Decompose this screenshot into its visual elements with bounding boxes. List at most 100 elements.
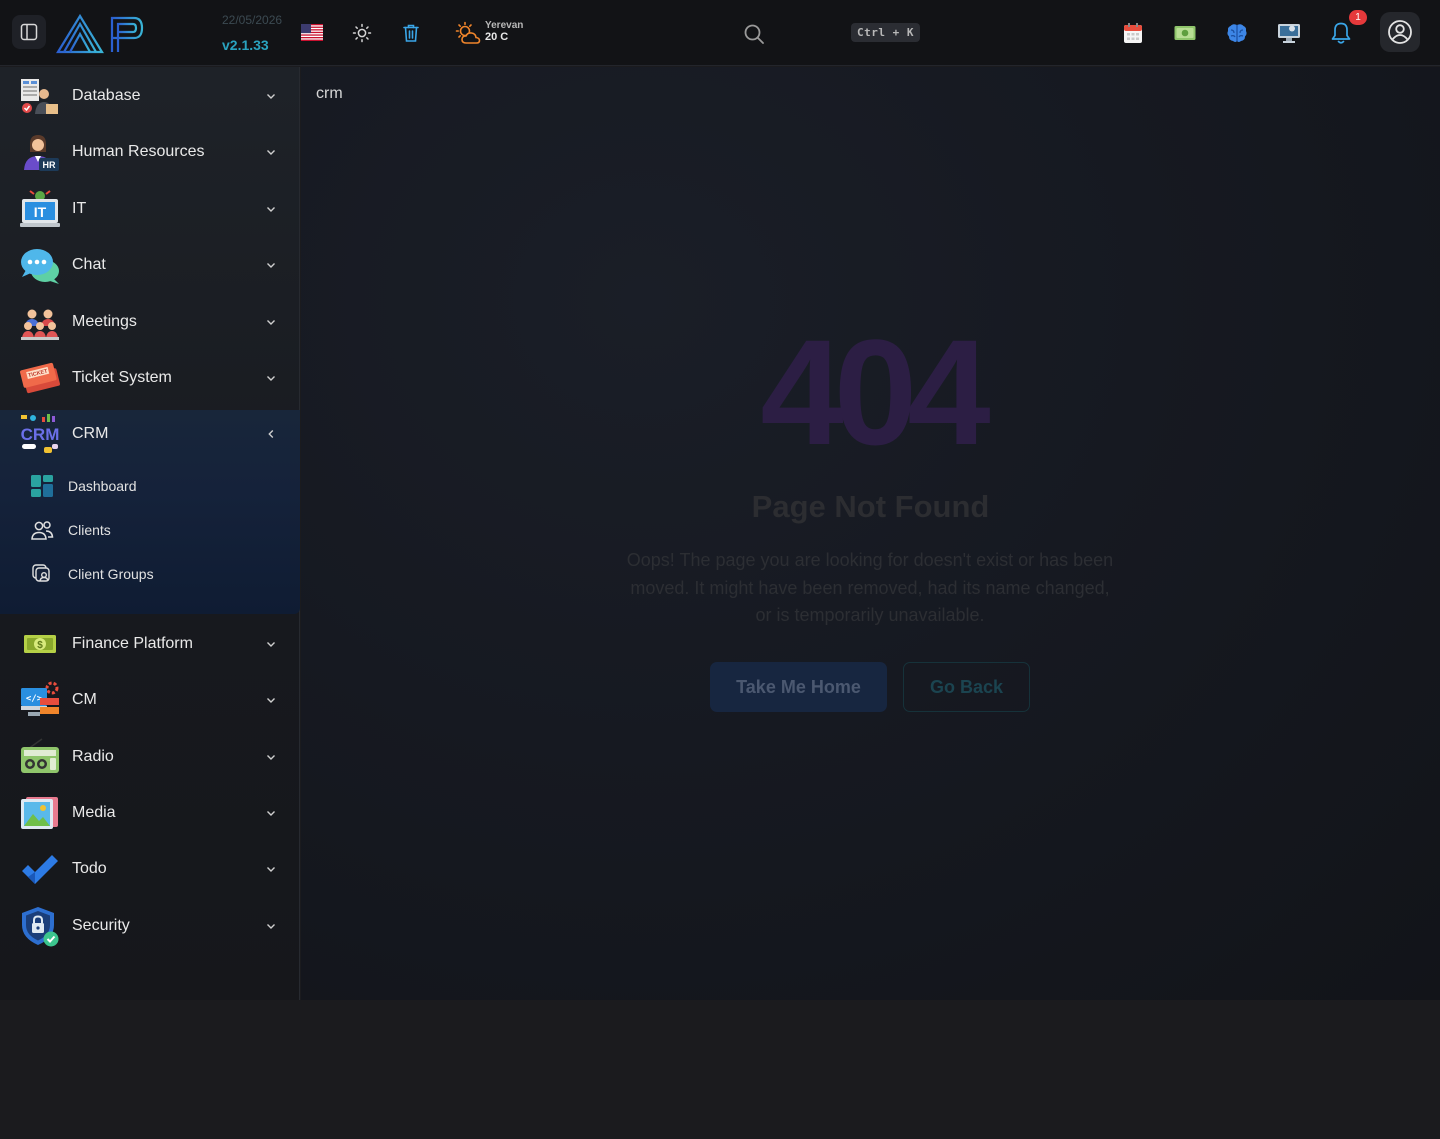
sidebar-item-label: Ticket System — [72, 369, 172, 386]
breadcrumb[interactable]: crm — [316, 85, 343, 103]
search-shortcut-hint: Ctrl + K — [851, 23, 920, 42]
weather-city: Yerevan — [485, 20, 524, 31]
chevron-down-icon — [267, 867, 275, 872]
notifications-button[interactable] — [1329, 20, 1353, 46]
sidebar-item-media[interactable]: Media — [0, 785, 300, 841]
remote-desktop-button[interactable] — [1277, 20, 1301, 46]
error-code: 404 — [760, 308, 990, 476]
sidebar-item-ticket-system[interactable]: TICKET Ticket System — [0, 350, 300, 406]
chevron-down-icon — [267, 924, 275, 929]
clear-cache-button[interactable] — [399, 21, 423, 45]
sidebar-subitem-label: Dashboard — [68, 478, 137, 494]
chevron-left-icon — [268, 430, 274, 438]
sidebar-item-finance-platform[interactable]: $ Finance Platform — [0, 616, 300, 672]
chevron-down-icon — [267, 320, 275, 325]
chevron-down-icon — [267, 642, 275, 647]
trash-icon — [403, 24, 419, 42]
database-icon — [21, 79, 58, 114]
chevron-down-icon — [267, 207, 275, 212]
partly-cloudy-icon — [455, 21, 481, 44]
calendar-icon — [1124, 23, 1142, 43]
theme-toggle-button[interactable] — [350, 21, 374, 45]
sidebar-item-todo[interactable]: Todo — [0, 841, 300, 897]
sidebar-subitem-label: Client Groups — [68, 566, 154, 582]
sidebar-item-chat[interactable]: Chat — [0, 237, 300, 293]
brain-icon — [1227, 24, 1247, 42]
finance-button[interactable] — [1173, 22, 1197, 44]
chat-bubbles-icon — [21, 249, 59, 284]
weather-temperature: 20 C — [485, 31, 509, 43]
hr-person-icon: HR — [24, 135, 59, 171]
it-laptop-icon: IT — [20, 190, 60, 227]
chevron-down-icon — [267, 376, 275, 381]
sidebar-item-label: Chat — [72, 256, 106, 273]
svg-text:CRM: CRM — [21, 425, 60, 444]
sidebar-item-it[interactable]: IT IT — [0, 181, 300, 237]
chevron-down-icon — [267, 755, 275, 760]
sidebar-item-label: Finance Platform — [72, 635, 193, 652]
app-version: v2.1.33 — [222, 37, 269, 53]
sun-icon — [352, 23, 372, 43]
sidebar-toggle-button[interactable] — [12, 15, 46, 49]
bell-icon — [1331, 22, 1351, 44]
meeting-people-icon — [21, 309, 59, 340]
sidebar-item-crm[interactable]: CRM CRM — [0, 406, 300, 462]
code-monitor-icon: </> — [21, 681, 59, 716]
weather-widget[interactable] — [455, 21, 481, 47]
client-groups-icon — [32, 564, 50, 582]
language-selector[interactable] — [301, 24, 323, 41]
radio-icon — [21, 738, 59, 773]
apit-logo[interactable] — [56, 12, 216, 54]
banknote-icon — [1174, 26, 1196, 40]
chevron-down-icon — [267, 263, 275, 268]
sidebar-subitem-clients[interactable]: Clients — [0, 510, 300, 550]
top-bar: 22/05/2026 v2.1.33 Yerevan 20 C Ctrl + K… — [0, 0, 1440, 66]
error-message: Oops! The page you are looking for doesn… — [626, 550, 1114, 625]
dashboard-grid-icon — [31, 475, 53, 497]
sidebar: Database HR Human Resources IT IT Chat M… — [0, 67, 300, 1000]
sidebar-item-cm[interactable]: </> CM — [0, 672, 300, 728]
go-back-button[interactable]: Go Back — [903, 662, 1030, 712]
user-profile-button[interactable] — [1380, 12, 1420, 52]
sidebar-item-database[interactable]: Database — [0, 68, 300, 124]
ticket-icon: TICKET — [20, 362, 60, 394]
sidebar-item-label: Meetings — [72, 313, 137, 330]
svg-text:HR: HR — [43, 160, 56, 170]
sidebar-subitem-label: Clients — [68, 522, 111, 538]
main-content: crm 404 Page Not Found Oops! The page yo… — [301, 67, 1440, 1000]
users-icon — [31, 521, 54, 540]
checkmark-icon — [22, 855, 58, 884]
us-flag-icon — [301, 24, 323, 41]
sidebar-item-label: CM — [72, 691, 97, 708]
sidebar-item-human-resources[interactable]: HR Human Resources — [0, 124, 300, 180]
crm-icon: CRM — [21, 414, 60, 453]
sidebar-panel-icon — [20, 23, 38, 41]
ai-assistant-button[interactable] — [1225, 20, 1249, 46]
svg-text:$: $ — [37, 640, 43, 651]
svg-text:IT: IT — [34, 204, 47, 220]
chevron-down-icon — [267, 811, 275, 816]
chevron-down-icon — [267, 94, 275, 99]
sidebar-subitem-client-groups[interactable]: Client Groups — [0, 554, 300, 594]
take-me-home-button[interactable]: Take Me Home — [710, 662, 887, 712]
sidebar-item-label: Database — [72, 87, 141, 104]
calendar-button[interactable] — [1121, 20, 1145, 46]
search-button[interactable] — [740, 20, 768, 48]
sidebar-item-meetings[interactable]: Meetings — [0, 294, 300, 350]
chevron-down-icon — [267, 150, 275, 155]
shield-lock-icon — [22, 907, 59, 947]
sidebar-item-label: CRM — [72, 425, 109, 442]
sidebar-item-label: Todo — [72, 860, 107, 877]
sidebar-subitem-dashboard[interactable]: Dashboard — [0, 466, 300, 506]
sidebar-item-security[interactable]: Security — [0, 898, 300, 954]
notification-count-badge: 1 — [1349, 10, 1367, 25]
sidebar-item-label: Radio — [72, 748, 114, 765]
cash-icon: $ — [24, 635, 56, 653]
chevron-down-icon — [267, 698, 275, 703]
sidebar-item-radio[interactable]: Radio — [0, 729, 300, 785]
sidebar-item-label: IT — [72, 200, 87, 217]
user-avatar-icon — [1388, 20, 1412, 44]
monitor-icon — [1278, 24, 1300, 43]
sidebar-item-label: Media — [72, 804, 116, 821]
sidebar-item-label: Security — [72, 917, 130, 934]
